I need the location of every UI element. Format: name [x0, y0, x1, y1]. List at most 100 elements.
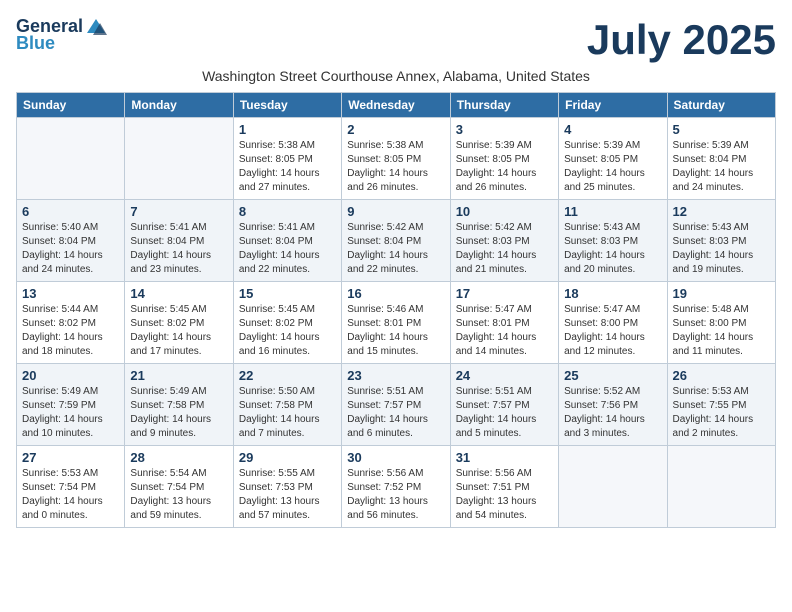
- calendar-cell: 24 Sunrise: 5:51 AM Sunset: 7:57 PM Dayli…: [450, 364, 558, 446]
- day-number: 29: [239, 450, 336, 465]
- day-info: Sunrise: 5:47 AM Sunset: 8:00 PM Dayligh…: [564, 303, 661, 359]
- calendar-cell: 22 Sunrise: 5:50 AM Sunset: 7:58 PM Dayli…: [233, 364, 341, 446]
- day-info: Sunrise: 5:43 AM Sunset: 8:03 PM Dayligh…: [673, 221, 770, 277]
- day-number: 9: [347, 204, 444, 219]
- calendar-cell: 9 Sunrise: 5:42 AM Sunset: 8:04 PM Daylig…: [342, 200, 450, 282]
- calendar-cell: 15Sunrise: 5:45 AM Sunset: 8:02 PM Dayli…: [233, 282, 341, 364]
- day-number: 13: [22, 286, 119, 301]
- calendar-cell: 14 Sunrise: 5:45 AM Sunset: 8:02 PM Dayli…: [125, 282, 233, 364]
- day-info: Sunrise: 5:52 AM Sunset: 7:56 PM Dayligh…: [564, 385, 661, 441]
- calendar-cell: 25 Sunrise: 5:52 AM Sunset: 7:56 PM Dayli…: [559, 364, 667, 446]
- day-info: Sunrise: 5:39 AM Sunset: 8:05 PM Dayligh…: [564, 139, 661, 195]
- day-number: 6: [22, 204, 119, 219]
- calendar-cell: 18 Sunrise: 5:47 AM Sunset: 8:00 PM Dayli…: [559, 282, 667, 364]
- day-info: Sunrise: 5:50 AM Sunset: 7:58 PM Dayligh…: [239, 385, 336, 441]
- day-number: 30: [347, 450, 444, 465]
- calendar-table: SundayMondayTuesdayWednesdayThursdayFrid…: [16, 92, 776, 528]
- day-number: 1: [239, 122, 336, 137]
- day-info: Sunrise: 5:41 AM Sunset: 8:04 PM Dayligh…: [239, 221, 336, 277]
- day-info: Sunrise: 5:40 AM Sunset: 8:04 PM Dayligh…: [22, 221, 119, 277]
- day-number: 10: [456, 204, 553, 219]
- day-info: Sunrise: 5:53 AM Sunset: 7:55 PM Dayligh…: [673, 385, 770, 441]
- calendar-cell: 21 Sunrise: 5:49 AM Sunset: 7:58 PM Dayli…: [125, 364, 233, 446]
- calendar-cell: 6 Sunrise: 5:40 AM Sunset: 8:04 PM Daylig…: [17, 200, 125, 282]
- calendar-cell: 19 Sunrise: 5:48 AM Sunset: 8:00 PM Dayli…: [667, 282, 775, 364]
- day-number: 27: [22, 450, 119, 465]
- day-number: 16: [347, 286, 444, 301]
- logo-icon: [85, 17, 107, 37]
- calendar-cell: 3Sunrise: 5:39 AM Sunset: 8:05 PM Daylig…: [450, 118, 558, 200]
- day-info: Sunrise: 5:48 AM Sunset: 8:00 PM Dayligh…: [673, 303, 770, 359]
- day-info: Sunrise: 5:42 AM Sunset: 8:03 PM Dayligh…: [456, 221, 553, 277]
- day-number: 8: [239, 204, 336, 219]
- calendar-subtitle: Washington Street Courthouse Annex, Alab…: [16, 68, 776, 84]
- column-header-wednesday: Wednesday: [342, 93, 450, 118]
- column-header-thursday: Thursday: [450, 93, 558, 118]
- day-number: 17: [456, 286, 553, 301]
- calendar-cell: [17, 118, 125, 200]
- day-info: Sunrise: 5:56 AM Sunset: 7:52 PM Dayligh…: [347, 467, 444, 523]
- day-info: Sunrise: 5:39 AM Sunset: 8:05 PM Dayligh…: [456, 139, 553, 195]
- day-info: Sunrise: 5:51 AM Sunset: 7:57 PM Dayligh…: [456, 385, 553, 441]
- day-number: 14: [130, 286, 227, 301]
- day-info: Sunrise: 5:44 AM Sunset: 8:02 PM Dayligh…: [22, 303, 119, 359]
- day-info: Sunrise: 5:46 AM Sunset: 8:01 PM Dayligh…: [347, 303, 444, 359]
- calendar-cell: [125, 118, 233, 200]
- day-number: 19: [673, 286, 770, 301]
- calendar-cell: 29 Sunrise: 5:55 AM Sunset: 7:53 PM Dayli…: [233, 446, 341, 528]
- day-number: 24: [456, 368, 553, 383]
- day-info: Sunrise: 5:42 AM Sunset: 8:04 PM Dayligh…: [347, 221, 444, 277]
- calendar-cell: 31 Sunrise: 5:56 AM Sunset: 7:51 PM Dayli…: [450, 446, 558, 528]
- calendar-cell: 26Sunrise: 5:53 AM Sunset: 7:55 PM Dayli…: [667, 364, 775, 446]
- calendar-cell: [667, 446, 775, 528]
- calendar-cell: [559, 446, 667, 528]
- calendar-week-1: 1 Sunrise: 5:38 AM Sunset: 8:05 PM Daylig…: [17, 118, 776, 200]
- calendar-week-5: 27 Sunrise: 5:53 AM Sunset: 7:54 PM Dayli…: [17, 446, 776, 528]
- column-header-sunday: Sunday: [17, 93, 125, 118]
- day-number: 7: [130, 204, 227, 219]
- day-info: Sunrise: 5:54 AM Sunset: 7:54 PM Dayligh…: [130, 467, 227, 523]
- day-number: 31: [456, 450, 553, 465]
- day-number: 2: [347, 122, 444, 137]
- day-number: 5: [673, 122, 770, 137]
- calendar-cell: 30 Sunrise: 5:56 AM Sunset: 7:52 PM Dayli…: [342, 446, 450, 528]
- calendar-cell: 11Sunrise: 5:43 AM Sunset: 8:03 PM Dayli…: [559, 200, 667, 282]
- day-info: Sunrise: 5:53 AM Sunset: 7:54 PM Dayligh…: [22, 467, 119, 523]
- calendar-cell: 2 Sunrise: 5:38 AM Sunset: 8:05 PM Daylig…: [342, 118, 450, 200]
- calendar-cell: 8 Sunrise: 5:41 AM Sunset: 8:04 PM Daylig…: [233, 200, 341, 282]
- day-info: Sunrise: 5:45 AM Sunset: 8:02 PM Dayligh…: [130, 303, 227, 359]
- column-header-friday: Friday: [559, 93, 667, 118]
- day-info: Sunrise: 5:47 AM Sunset: 8:01 PM Dayligh…: [456, 303, 553, 359]
- calendar-cell: 27 Sunrise: 5:53 AM Sunset: 7:54 PM Dayli…: [17, 446, 125, 528]
- page-header: General Blue July 2025: [16, 16, 776, 64]
- day-info: Sunrise: 5:49 AM Sunset: 7:58 PM Dayligh…: [130, 385, 227, 441]
- calendar-cell: 12Sunrise: 5:43 AM Sunset: 8:03 PM Dayli…: [667, 200, 775, 282]
- day-number: 18: [564, 286, 661, 301]
- calendar-cell: 17 Sunrise: 5:47 AM Sunset: 8:01 PM Dayli…: [450, 282, 558, 364]
- day-info: Sunrise: 5:39 AM Sunset: 8:04 PM Dayligh…: [673, 139, 770, 195]
- calendar-cell: 5 Sunrise: 5:39 AM Sunset: 8:04 PM Daylig…: [667, 118, 775, 200]
- day-info: Sunrise: 5:38 AM Sunset: 8:05 PM Dayligh…: [347, 139, 444, 195]
- calendar-cell: 10 Sunrise: 5:42 AM Sunset: 8:03 PM Dayli…: [450, 200, 558, 282]
- calendar-week-3: 13 Sunrise: 5:44 AM Sunset: 8:02 PM Dayli…: [17, 282, 776, 364]
- day-number: 21: [130, 368, 227, 383]
- day-info: Sunrise: 5:51 AM Sunset: 7:57 PM Dayligh…: [347, 385, 444, 441]
- calendar-cell: 28Sunrise: 5:54 AM Sunset: 7:54 PM Dayli…: [125, 446, 233, 528]
- day-number: 20: [22, 368, 119, 383]
- month-title: July 2025: [587, 16, 776, 64]
- calendar-week-2: 6 Sunrise: 5:40 AM Sunset: 8:04 PM Daylig…: [17, 200, 776, 282]
- calendar-cell: 4 Sunrise: 5:39 AM Sunset: 8:05 PM Daylig…: [559, 118, 667, 200]
- calendar-cell: 23Sunrise: 5:51 AM Sunset: 7:57 PM Dayli…: [342, 364, 450, 446]
- day-info: Sunrise: 5:56 AM Sunset: 7:51 PM Dayligh…: [456, 467, 553, 523]
- day-number: 15: [239, 286, 336, 301]
- day-info: Sunrise: 5:43 AM Sunset: 8:03 PM Dayligh…: [564, 221, 661, 277]
- calendar-cell: 7Sunrise: 5:41 AM Sunset: 8:04 PM Daylig…: [125, 200, 233, 282]
- logo-blue: Blue: [16, 33, 55, 54]
- logo: General Blue: [16, 16, 109, 54]
- day-info: Sunrise: 5:38 AM Sunset: 8:05 PM Dayligh…: [239, 139, 336, 195]
- day-number: 22: [239, 368, 336, 383]
- column-header-saturday: Saturday: [667, 93, 775, 118]
- day-number: 25: [564, 368, 661, 383]
- day-number: 4: [564, 122, 661, 137]
- day-info: Sunrise: 5:55 AM Sunset: 7:53 PM Dayligh…: [239, 467, 336, 523]
